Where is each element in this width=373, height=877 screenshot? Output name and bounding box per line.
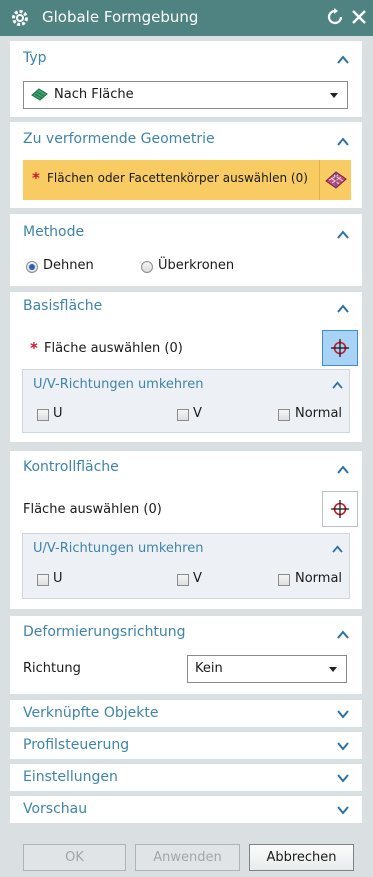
chevron-up-icon[interactable] — [337, 465, 349, 474]
gear-icon — [12, 10, 28, 26]
subpanel-title: U/V-Richtungen umkehren — [33, 377, 204, 392]
checkbox-normal[interactable] — [278, 574, 290, 586]
section-methode: Methode Dehnen Überkronen — [10, 214, 362, 286]
chevron-up-icon[interactable] — [337, 55, 349, 64]
typ-selected-value: Nach Fläche — [54, 87, 134, 102]
crosshair-icon — [331, 339, 349, 357]
section-title: Vorschau — [23, 801, 88, 817]
window-title: Globale Formgebung — [42, 8, 199, 26]
section-title-typ: Typ — [23, 50, 47, 66]
dialog: Globale Formgebung Typ Nach Fläche Zu ve… — [0, 0, 373, 877]
close-icon[interactable] — [350, 7, 368, 27]
required-marker: * — [30, 339, 38, 357]
radio-label-dehnen: Dehnen — [43, 258, 94, 273]
chevron-up-icon[interactable] — [332, 545, 344, 554]
button-bar: OK Anwenden Abbrechen — [0, 830, 373, 877]
radio-label-ueberkronen: Überkronen — [158, 258, 235, 273]
checkbox-u[interactable] — [37, 409, 49, 421]
chevron-up-icon[interactable] — [332, 381, 344, 390]
control-uv-subpanel: U/V-Richtungen umkehren U V Normal — [22, 533, 350, 599]
section-basisflaeche: Basisfläche * Fläche auswählen (0) U/V-R… — [10, 292, 362, 442]
select-geometry-button[interactable] — [319, 160, 351, 200]
section-title: Verknüpfte Objekte — [23, 705, 159, 721]
checkbox-label-normal: Normal — [295, 571, 343, 586]
checkbox-label-v: V — [193, 406, 202, 421]
base-face-prompt: Fläche auswählen (0) — [44, 341, 183, 356]
section-geometrie: Zu verformende Geometrie * Flächen oder … — [10, 122, 362, 208]
section-typ: Typ Nach Fläche — [10, 41, 362, 117]
checkbox-v[interactable] — [177, 574, 189, 586]
radio-dehnen[interactable] — [26, 261, 38, 273]
section-profilsteuerung[interactable]: Profilsteuerung — [10, 732, 362, 759]
chevron-up-icon[interactable] — [337, 304, 349, 313]
select-base-face-button[interactable] — [322, 330, 358, 366]
section-title-deformierung: Deformierungsrichtung — [23, 624, 186, 640]
richtung-label: Richtung — [23, 661, 81, 676]
chevron-up-icon[interactable] — [337, 630, 349, 639]
section-title-geometrie: Zu verformende Geometrie — [23, 131, 215, 147]
checkbox-label-v: V — [193, 571, 202, 586]
surface-type-icon — [31, 88, 48, 101]
apply-button[interactable]: Anwenden — [135, 844, 240, 871]
section-title-basisflaeche: Basisfläche — [23, 298, 103, 314]
checkbox-label-u: U — [53, 571, 63, 586]
control-face-prompt: Fläche auswählen (0) — [23, 502, 162, 517]
section-verknuepfte-objekte[interactable]: Verknüpfte Objekte — [10, 700, 362, 727]
base-uv-subpanel: U/V-Richtungen umkehren U V Normal — [22, 369, 350, 433]
dropdown-arrow-icon — [330, 93, 338, 98]
chevron-up-icon[interactable] — [337, 230, 349, 239]
richtung-selected-value: Kein — [195, 661, 223, 676]
checkbox-u[interactable] — [37, 574, 49, 586]
richtung-dropdown[interactable]: Kein — [187, 655, 347, 683]
section-einstellungen[interactable]: Einstellungen — [10, 764, 362, 791]
typ-dropdown[interactable]: Nach Fläche — [23, 81, 348, 109]
geometry-selection-row[interactable]: * Flächen oder Facettenkörper auswählen … — [23, 160, 319, 200]
chevron-down-icon[interactable] — [337, 742, 349, 751]
ok-button[interactable]: OK — [23, 844, 126, 871]
chevron-down-icon[interactable] — [337, 774, 349, 783]
radio-ueberkronen[interactable] — [141, 261, 153, 273]
subpanel-title: U/V-Richtungen umkehren — [33, 541, 204, 556]
checkbox-v[interactable] — [177, 409, 189, 421]
checkbox-normal[interactable] — [278, 409, 290, 421]
geometry-select-prompt: Flächen oder Facettenkörper auswählen (0… — [47, 171, 308, 185]
section-title-methode: Methode — [23, 224, 85, 240]
checkbox-label-u: U — [53, 406, 63, 421]
cancel-button[interactable]: Abbrechen — [249, 844, 354, 871]
section-title-kontrollflaeche: Kontrollfläche — [23, 459, 119, 475]
section-title: Profilsteuerung — [23, 737, 130, 753]
faceted-body-icon — [325, 171, 347, 189]
chevron-up-icon[interactable] — [337, 137, 349, 146]
chevron-down-icon[interactable] — [337, 806, 349, 815]
section-kontrollflaeche: Kontrollfläche Fläche auswählen (0) U/V-… — [10, 451, 362, 609]
chevron-down-icon[interactable] — [337, 710, 349, 719]
dropdown-arrow-icon — [329, 667, 337, 672]
section-deformierung: Deformierungsrichtung Richtung Kein — [10, 616, 362, 694]
section-vorschau[interactable]: Vorschau — [10, 796, 362, 823]
select-control-face-button[interactable] — [322, 491, 358, 527]
required-marker: * — [32, 169, 40, 187]
checkbox-label-normal: Normal — [295, 406, 343, 421]
section-title: Einstellungen — [23, 769, 118, 785]
crosshair-icon — [331, 500, 349, 518]
reset-icon[interactable] — [326, 7, 344, 27]
title-bar[interactable]: Globale Formgebung — [0, 0, 373, 36]
